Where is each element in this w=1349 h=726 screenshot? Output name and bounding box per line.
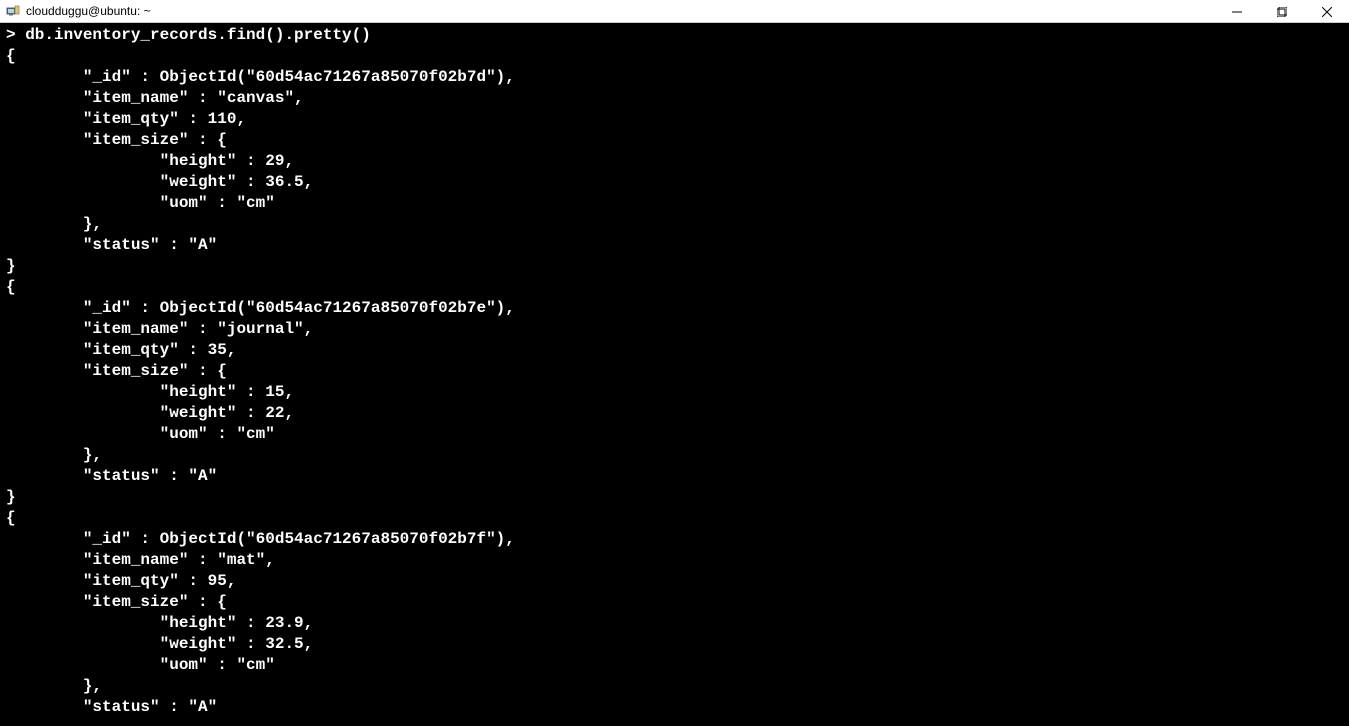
titlebar: cloudduggu@ubuntu: ~ [0,0,1349,23]
terminal-output[interactable]: > db.inventory_records.find().pretty() {… [0,23,1349,726]
minimize-button[interactable] [1214,0,1259,23]
window-title: cloudduggu@ubuntu: ~ [26,4,151,18]
putty-icon [6,4,20,18]
close-button[interactable] [1304,0,1349,23]
window-controls [1214,0,1349,22]
titlebar-left: cloudduggu@ubuntu: ~ [6,4,151,18]
maximize-button[interactable] [1259,0,1304,23]
